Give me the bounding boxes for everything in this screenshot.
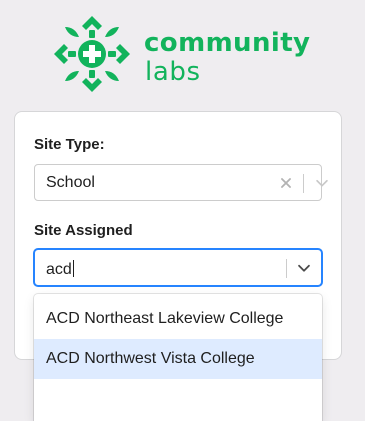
site-type-select[interactable]: School [34, 164, 328, 201]
close-icon[interactable] [277, 174, 295, 192]
indicator-separator [286, 259, 287, 278]
site-assigned-label: Site Assigned [34, 222, 133, 239]
site-assigned-select[interactable]: acd [34, 249, 322, 286]
site-assigned-dropdown-menu: ACD Northeast Lakeview College ACD North… [34, 294, 322, 421]
chevron-down-icon[interactable] [295, 259, 313, 277]
brand-logo: community labs [52, 14, 312, 96]
chevron-down-icon[interactable] [313, 174, 331, 192]
community-labs-logo-icon [54, 16, 130, 92]
dropdown-option-focused[interactable]: ACD Northwest Vista College [34, 339, 322, 379]
site-assigned-input[interactable]: acd [46, 260, 74, 278]
indicator-separator [303, 174, 304, 193]
dropdown-option[interactable]: ACD Northeast Lakeview College [34, 299, 322, 339]
site-type-label: Site Type: [34, 136, 105, 153]
site-type-value: School [46, 174, 95, 191]
brand-name-line1: community [144, 28, 311, 58]
text-caret [72, 260, 74, 277]
brand-name-line2: labs [145, 57, 201, 87]
